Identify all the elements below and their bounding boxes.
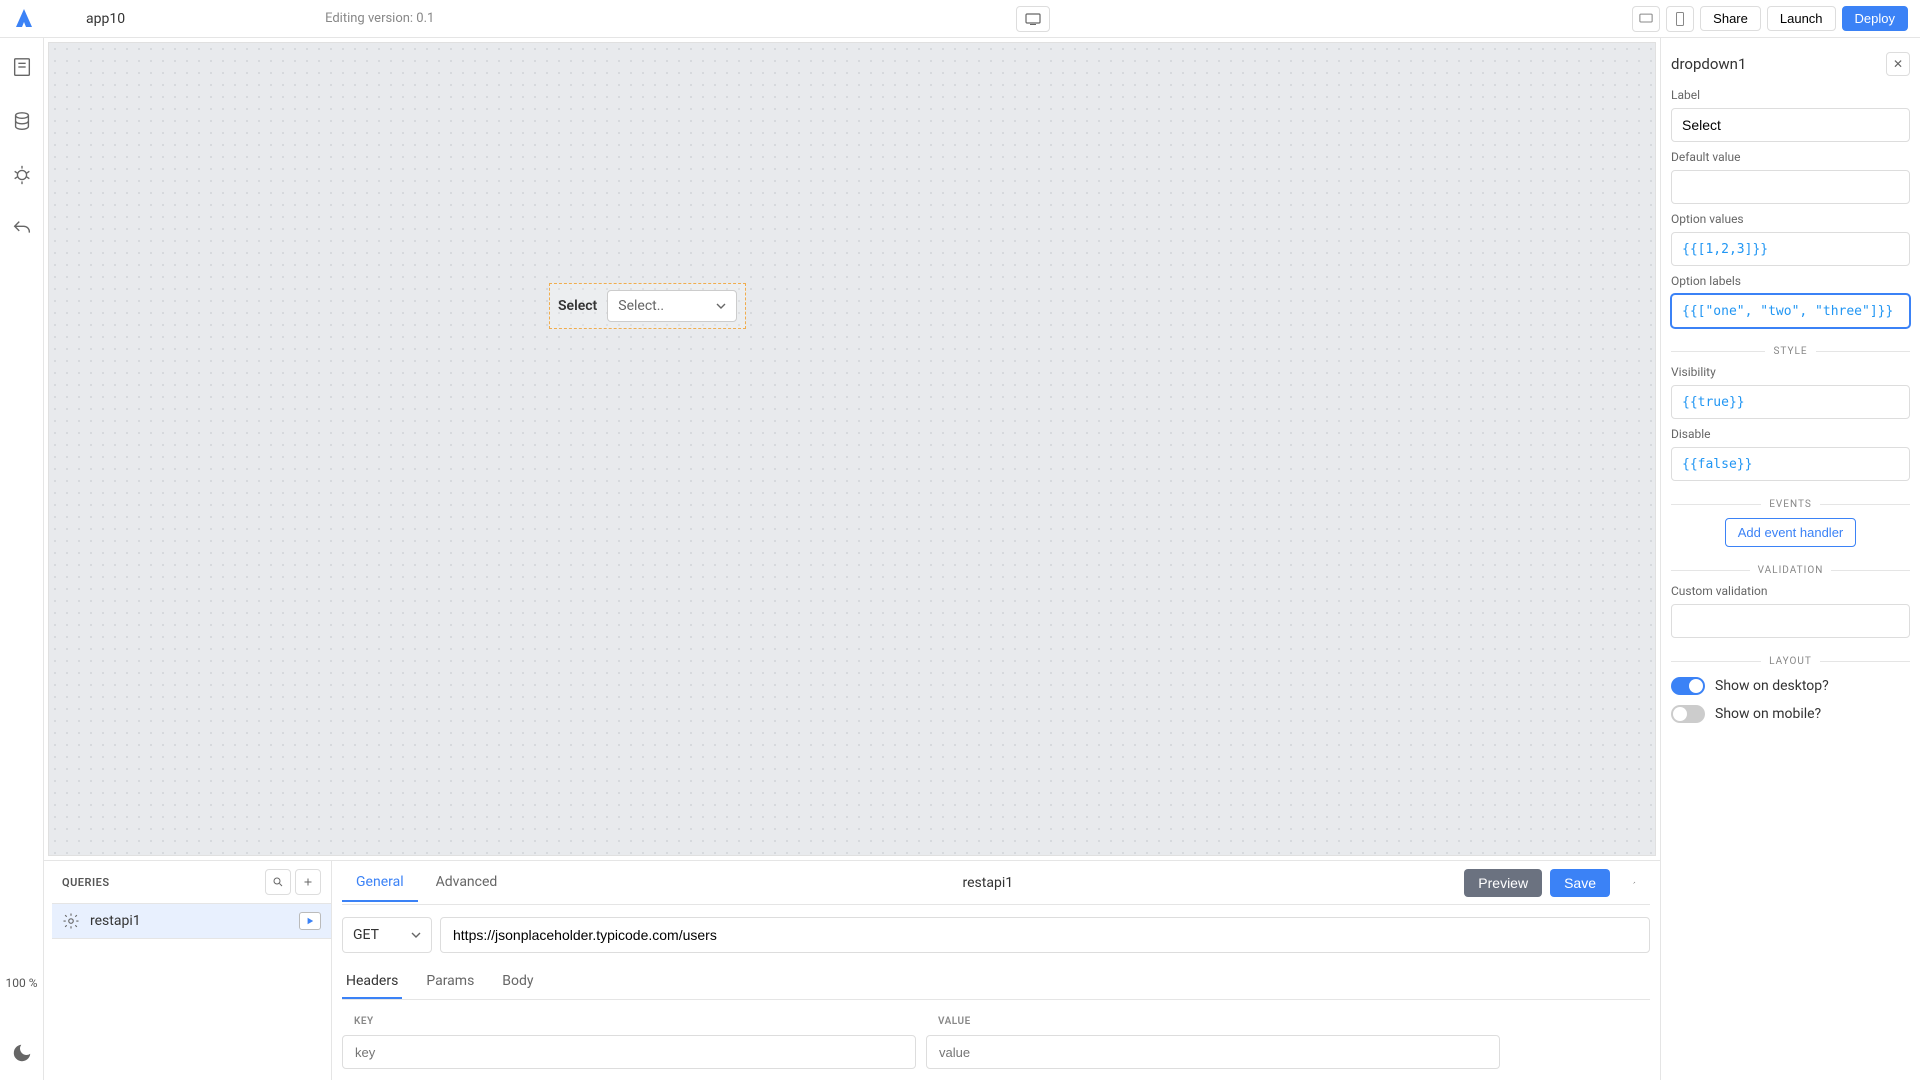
app-logo-icon <box>12 7 36 31</box>
visibility-field-label: Visibility <box>1671 365 1910 379</box>
expand-icon <box>1632 877 1636 889</box>
query-name: restapi1 <box>90 913 299 929</box>
close-panel-button[interactable]: ✕ <box>1886 52 1910 76</box>
style-section-header: STYLE <box>1765 346 1815 357</box>
zoom-level[interactable]: 100 % <box>2 972 42 994</box>
desktop-preview-button[interactable] <box>1016 6 1050 32</box>
left-sidebar: 100 % <box>0 38 44 1080</box>
label-field-label: Label <box>1671 88 1910 102</box>
default-value-field-label: Default value <box>1671 150 1910 164</box>
chevron-down-icon <box>716 303 726 309</box>
api-icon <box>62 912 80 930</box>
show-desktop-label: Show on desktop? <box>1715 678 1829 694</box>
query-editor: General Advanced restapi1 Preview Save G… <box>332 861 1660 1080</box>
search-icon <box>272 876 284 888</box>
properties-panel: dropdown1 ✕ Label Default value Option v… <box>1660 38 1920 1080</box>
canvas[interactable]: Select Select.. <box>48 42 1656 856</box>
option-values-field-label: Option values <box>1671 212 1910 226</box>
plus-icon <box>302 876 314 888</box>
run-query-button[interactable] <box>299 912 321 930</box>
search-queries-button[interactable] <box>265 869 291 895</box>
tab-body[interactable]: Body <box>498 965 537 999</box>
preview-button[interactable]: Preview <box>1464 869 1542 897</box>
queries-sidebar: QUERIES restapi1 <box>52 861 332 1080</box>
undo-icon[interactable] <box>11 218 33 240</box>
dropdown-widget[interactable]: Select Select.. <box>549 283 746 329</box>
tab-advanced[interactable]: Advanced <box>422 864 512 902</box>
tab-general[interactable]: General <box>342 864 418 902</box>
events-section-header: EVENTS <box>1761 499 1820 510</box>
layout-section-header: LAYOUT <box>1761 656 1820 667</box>
queries-panel: QUERIES restapi1 <box>44 860 1660 1080</box>
http-method-value: GET <box>353 927 379 943</box>
kv-key-input[interactable] <box>342 1035 916 1069</box>
custom-validation-input[interactable] <box>1671 604 1910 638</box>
database-icon[interactable] <box>11 110 33 132</box>
default-value-input[interactable] <box>1671 170 1910 204</box>
option-values-input[interactable] <box>1671 232 1910 266</box>
mobile-device-button[interactable] <box>1666 6 1694 32</box>
query-item[interactable]: restapi1 <box>52 904 331 939</box>
deploy-button[interactable]: Deploy <box>1842 6 1908 31</box>
visibility-input[interactable] <box>1671 385 1910 419</box>
disable-input[interactable] <box>1671 447 1910 481</box>
show-desktop-toggle[interactable] <box>1671 677 1705 695</box>
show-mobile-label: Show on mobile? <box>1715 706 1821 722</box>
version-label: Editing version: 0.1 <box>325 11 434 26</box>
share-button[interactable]: Share <box>1700 6 1761 31</box>
kv-value-header: VALUE <box>926 1016 1510 1027</box>
component-name[interactable]: dropdown1 <box>1671 55 1886 73</box>
add-query-button[interactable] <box>295 869 321 895</box>
option-labels-field-label: Option labels <box>1671 274 1910 288</box>
add-event-handler-button[interactable]: Add event handler <box>1725 518 1857 547</box>
pages-icon[interactable] <box>11 56 33 78</box>
validation-section-header: VALIDATION <box>1750 565 1832 576</box>
desktop-device-button[interactable] <box>1632 6 1660 32</box>
label-input[interactable] <box>1671 108 1910 142</box>
tab-params[interactable]: Params <box>422 965 478 999</box>
queries-title: QUERIES <box>62 876 261 889</box>
custom-validation-field-label: Custom validation <box>1671 584 1910 598</box>
close-icon: ✕ <box>1893 57 1903 71</box>
expand-button[interactable] <box>1618 869 1650 897</box>
option-labels-input[interactable] <box>1671 294 1910 328</box>
disable-field-label: Disable <box>1671 427 1910 441</box>
launch-button[interactable]: Launch <box>1767 6 1836 31</box>
debug-icon[interactable] <box>11 164 33 186</box>
tab-headers[interactable]: Headers <box>342 965 402 999</box>
topbar: app10 Editing version: 0.1 Share Launch … <box>0 0 1920 38</box>
http-method-select[interactable]: GET <box>342 917 432 953</box>
save-button[interactable]: Save <box>1550 869 1610 897</box>
theme-icon[interactable] <box>11 1042 33 1064</box>
dropdown-placeholder: Select.. <box>618 298 664 314</box>
dropdown-select[interactable]: Select.. <box>607 290 737 322</box>
kv-key-header: KEY <box>342 1016 926 1027</box>
kv-value-input[interactable] <box>926 1035 1500 1069</box>
play-icon <box>306 917 314 925</box>
dropdown-label: Select <box>558 298 597 314</box>
show-mobile-toggle[interactable] <box>1671 705 1705 723</box>
query-name-display[interactable]: restapi1 <box>515 875 1460 891</box>
app-name[interactable]: app10 <box>86 11 125 27</box>
chevron-down-icon <box>411 932 421 938</box>
url-input[interactable] <box>440 917 1650 953</box>
